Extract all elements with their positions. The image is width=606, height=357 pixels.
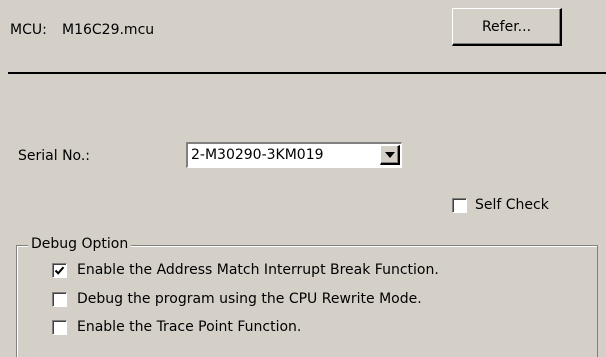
debug-option-cpu-rewrite[interactable]: Debug the program using the CPU Rewrite … xyxy=(52,291,422,307)
serial-number-value: 2-M30290-3KM019 xyxy=(191,147,324,163)
trace-point-checkbox[interactable] xyxy=(52,319,67,335)
debug-option-address-match[interactable]: Enable the Address Match Interrupt Break… xyxy=(52,262,439,278)
cpu-rewrite-label: Debug the program using the CPU Rewrite … xyxy=(77,291,422,307)
debug-option-trace-point[interactable]: Enable the Trace Point Function. xyxy=(52,319,301,335)
mcu-label: MCU: xyxy=(10,22,47,38)
serial-number-label: Serial No.: xyxy=(18,148,91,164)
address-match-label: Enable the Address Match Interrupt Break… xyxy=(77,262,439,278)
refer-button[interactable]: Refer... xyxy=(452,8,562,46)
serial-number-select[interactable]: 2-M30290-3KM019 xyxy=(186,142,402,168)
debug-option-title: Debug Option xyxy=(28,236,132,252)
refer-button-label: Refer... xyxy=(481,18,532,35)
mcu-file-value: M16C29.mcu xyxy=(62,22,155,38)
self-check-option[interactable]: Self Check xyxy=(452,197,549,213)
self-check-checkbox[interactable] xyxy=(452,197,467,213)
chevron-down-icon xyxy=(384,151,395,158)
cpu-rewrite-checkbox[interactable] xyxy=(52,291,67,307)
address-match-checkbox[interactable] xyxy=(52,262,67,278)
check-icon xyxy=(54,266,65,275)
serial-dropdown-button[interactable] xyxy=(380,145,400,165)
trace-point-label: Enable the Trace Point Function. xyxy=(77,319,302,335)
section-divider xyxy=(8,72,606,74)
self-check-label: Self Check xyxy=(475,197,549,213)
